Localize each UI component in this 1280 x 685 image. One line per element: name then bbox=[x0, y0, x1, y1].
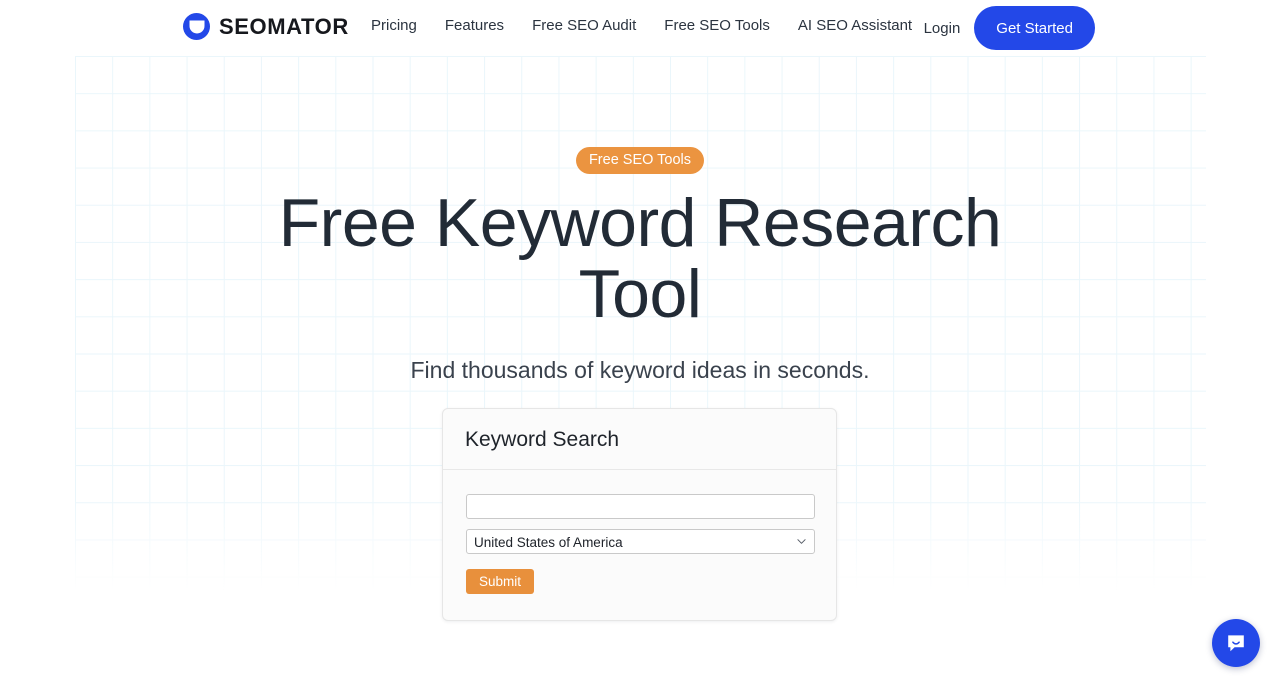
country-select-wrapper: United States of America bbox=[466, 529, 815, 555]
brand-logo-link[interactable]: SEOMATOR bbox=[183, 13, 349, 40]
hero-section: Free SEO Tools Free Keyword Research Too… bbox=[0, 56, 1280, 385]
card-body: United States of America Submit bbox=[443, 470, 836, 620]
card-title: Keyword Search bbox=[465, 428, 620, 451]
card-header: Keyword Search bbox=[443, 409, 836, 471]
chat-bubble-smile-icon bbox=[1224, 631, 1248, 655]
login-link[interactable]: Login bbox=[924, 20, 963, 37]
keyword-search-input[interactable] bbox=[466, 494, 815, 520]
brand-name: SEOMATOR bbox=[219, 13, 349, 39]
hero-badge: Free SEO Tools bbox=[575, 147, 705, 175]
page-title: Free Keyword Research Tool bbox=[278, 185, 1002, 332]
nav-item-free-seo-audit[interactable]: Free SEO Audit bbox=[532, 18, 636, 33]
chat-widget-button[interactable] bbox=[1212, 619, 1260, 667]
seomator-circle-logo-icon bbox=[183, 13, 210, 40]
main-navigation: Pricing Features Free SEO Audit Free SEO… bbox=[371, 18, 912, 33]
hero-subtitle: Find thousands of keyword ideas in secon… bbox=[410, 356, 870, 383]
nav-item-ai-seo-assistant[interactable]: AI SEO Assistant bbox=[798, 18, 912, 33]
nav-item-features[interactable]: Features bbox=[445, 18, 504, 33]
keyword-search-card: Keyword Search United States of America … bbox=[442, 408, 837, 622]
nav-item-free-seo-tools[interactable]: Free SEO Tools bbox=[664, 18, 770, 33]
get-started-button[interactable]: Get Started bbox=[974, 6, 1095, 50]
nav-item-pricing[interactable]: Pricing bbox=[371, 18, 417, 33]
submit-button[interactable]: Submit bbox=[466, 569, 535, 595]
country-select[interactable]: United States of America bbox=[466, 529, 815, 555]
header-actions: Login Get Started bbox=[924, 6, 1095, 50]
site-header: SEOMATOR Pricing Features Free SEO Audit… bbox=[0, 0, 1280, 56]
page-root: SEOMATOR Pricing Features Free SEO Audit… bbox=[0, 0, 1280, 685]
